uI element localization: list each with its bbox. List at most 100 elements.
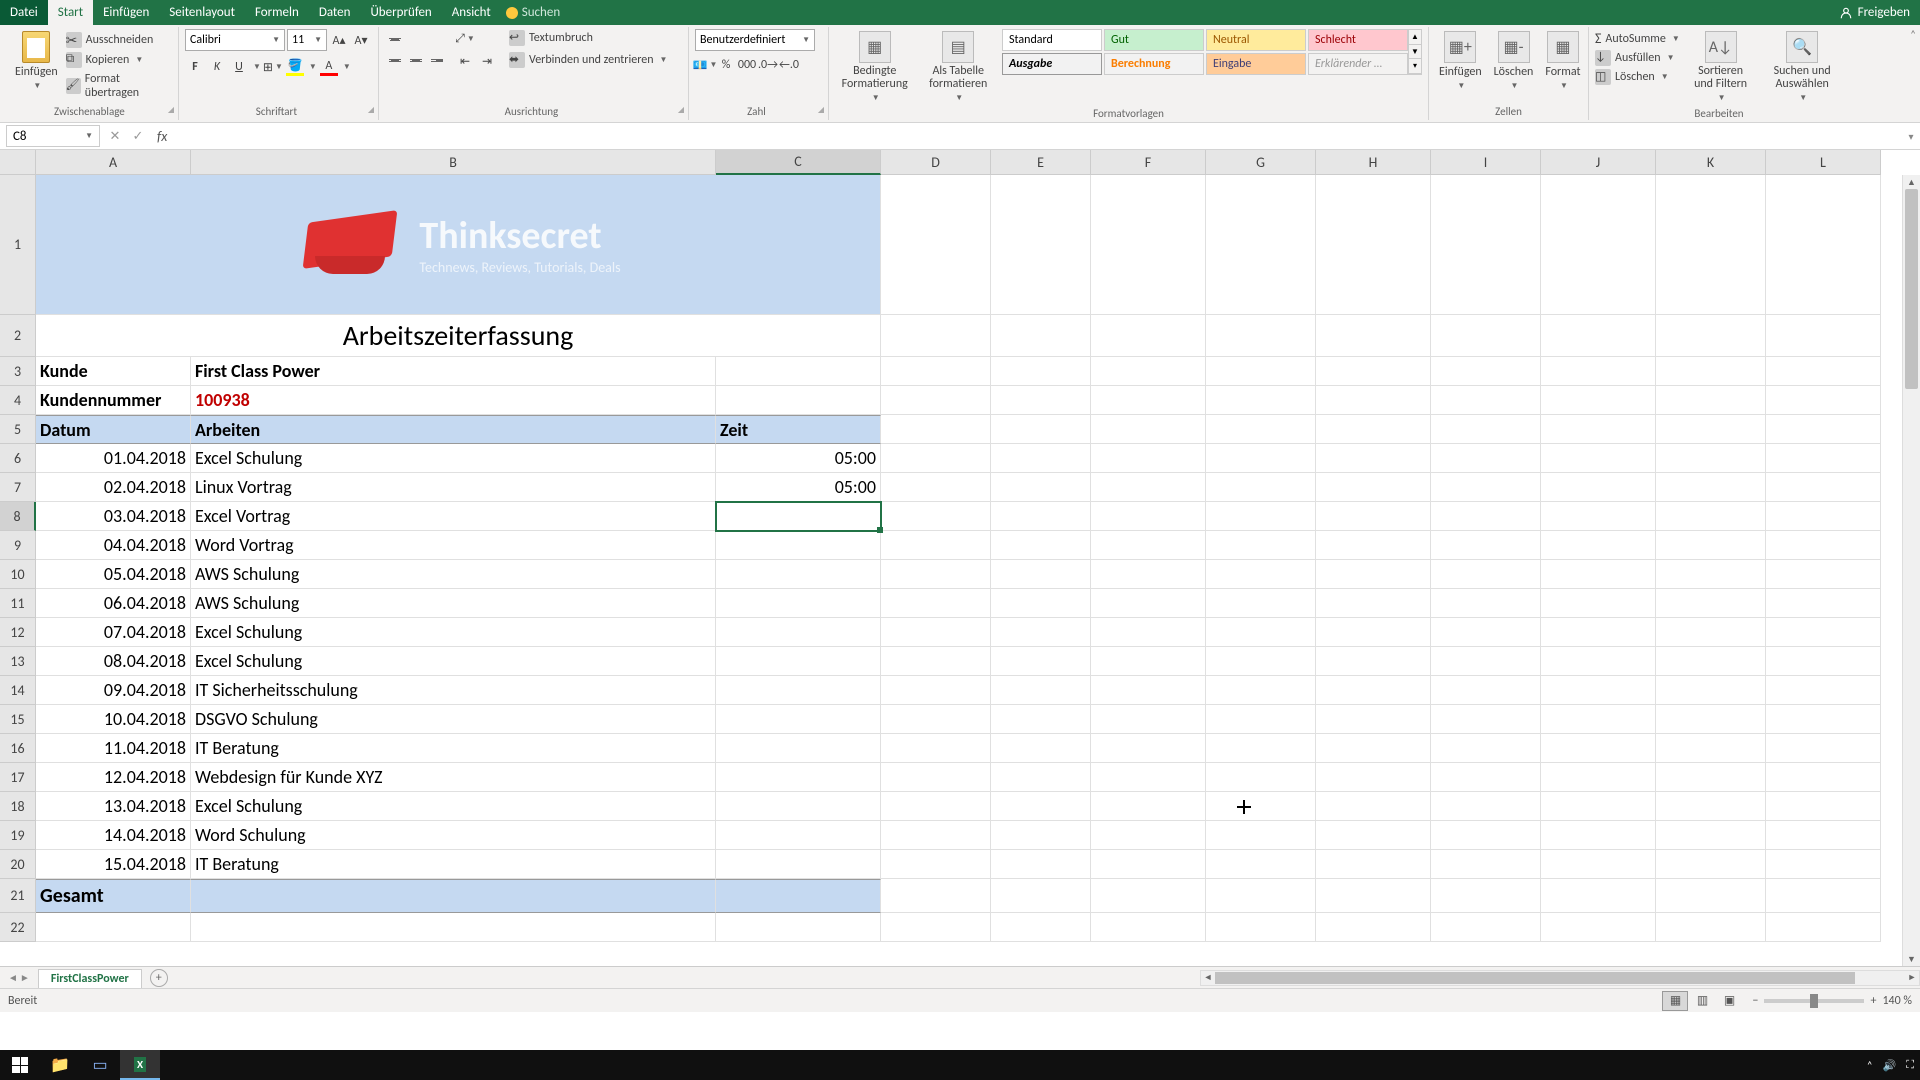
cell-B19[interactable]: Word Schulung bbox=[191, 821, 716, 850]
cell-E22[interactable] bbox=[991, 913, 1091, 942]
cell-L16[interactable] bbox=[1766, 734, 1881, 763]
cell-F22[interactable] bbox=[1091, 913, 1206, 942]
cell-style-neutral[interactable]: Neutral bbox=[1206, 29, 1306, 51]
column-header-G[interactable]: G bbox=[1206, 150, 1316, 175]
cell-H7[interactable] bbox=[1316, 473, 1431, 502]
find-select-button[interactable]: 🔍Suchen und Auswählen▼ bbox=[1761, 29, 1843, 105]
cell-J16[interactable] bbox=[1541, 734, 1656, 763]
cell-H10[interactable] bbox=[1316, 560, 1431, 589]
cell-I13[interactable] bbox=[1431, 647, 1541, 676]
cell-K11[interactable] bbox=[1656, 589, 1766, 618]
taskbar-explorer[interactable]: 📁 bbox=[40, 1050, 80, 1080]
cell-E10[interactable] bbox=[991, 560, 1091, 589]
cell-C16[interactable] bbox=[716, 734, 881, 763]
cell-L9[interactable] bbox=[1766, 531, 1881, 560]
fx-icon[interactable]: fx bbox=[157, 128, 167, 145]
cell-K15[interactable] bbox=[1656, 705, 1766, 734]
cell-G18[interactable] bbox=[1206, 792, 1316, 821]
cell-E5[interactable] bbox=[991, 415, 1091, 444]
cell-J12[interactable] bbox=[1541, 618, 1656, 647]
cell-G20[interactable] bbox=[1206, 850, 1316, 879]
cell-B16[interactable]: IT Beratung bbox=[191, 734, 716, 763]
decrease-indent-icon[interactable]: ⇤ bbox=[455, 51, 475, 71]
cell-A3[interactable]: Kunde bbox=[36, 357, 191, 386]
row-header-22[interactable]: 22 bbox=[0, 913, 36, 942]
align-bottom-icon[interactable] bbox=[427, 29, 447, 49]
cell-I18[interactable] bbox=[1431, 792, 1541, 821]
cell-A20[interactable]: 15.04.2018 bbox=[36, 850, 191, 879]
cell-F17[interactable] bbox=[1091, 763, 1206, 792]
cell-style-erklar[interactable]: Erklärender … bbox=[1308, 53, 1408, 75]
column-header-F[interactable]: F bbox=[1091, 150, 1206, 175]
cell-C14[interactable] bbox=[716, 676, 881, 705]
cell-D9[interactable] bbox=[881, 531, 991, 560]
cell-D16[interactable] bbox=[881, 734, 991, 763]
cell-J22[interactable] bbox=[1541, 913, 1656, 942]
cell-K14[interactable] bbox=[1656, 676, 1766, 705]
cell-H4[interactable] bbox=[1316, 386, 1431, 415]
cell-A13[interactable]: 08.04.2018 bbox=[36, 647, 191, 676]
cell-E2[interactable] bbox=[991, 315, 1091, 357]
cell-A5[interactable]: Datum bbox=[36, 415, 191, 444]
cell-E7[interactable] bbox=[991, 473, 1091, 502]
cell-I14[interactable] bbox=[1431, 676, 1541, 705]
cell-D15[interactable] bbox=[881, 705, 991, 734]
cell-D12[interactable] bbox=[881, 618, 991, 647]
worksheet-grid[interactable]: ABCDEFGHIJKL 123456789101112131415161718… bbox=[0, 150, 1920, 966]
expand-formula-bar-icon[interactable]: ▾ bbox=[1902, 130, 1920, 143]
cell-A9[interactable]: 04.04.2018 bbox=[36, 531, 191, 560]
cell-J6[interactable] bbox=[1541, 444, 1656, 473]
row-header-15[interactable]: 15 bbox=[0, 705, 36, 734]
cell-J11[interactable] bbox=[1541, 589, 1656, 618]
cell-C21[interactable] bbox=[716, 879, 881, 913]
cell-K8[interactable] bbox=[1656, 502, 1766, 531]
cell-D6[interactable] bbox=[881, 444, 991, 473]
cell-F2[interactable] bbox=[1091, 315, 1206, 357]
cell-H18[interactable] bbox=[1316, 792, 1431, 821]
cell-G5[interactable] bbox=[1206, 415, 1316, 444]
cell-E4[interactable] bbox=[991, 386, 1091, 415]
cell-A7[interactable]: 02.04.2018 bbox=[36, 473, 191, 502]
horizontal-scrollbar[interactable]: ◄ ► bbox=[1200, 970, 1920, 986]
cell-A16[interactable]: 11.04.2018 bbox=[36, 734, 191, 763]
cell-L18[interactable] bbox=[1766, 792, 1881, 821]
cell-H12[interactable] bbox=[1316, 618, 1431, 647]
cell-G13[interactable] bbox=[1206, 647, 1316, 676]
zoom-level[interactable]: 140 % bbox=[1882, 994, 1912, 1008]
cell-logo-merged[interactable]: ThinksecretTechnews, Reviews, Tutorials,… bbox=[36, 175, 881, 315]
scroll-thumb[interactable] bbox=[1905, 189, 1918, 389]
cell-H8[interactable] bbox=[1316, 502, 1431, 531]
cell-A17[interactable]: 12.04.2018 bbox=[36, 763, 191, 792]
cell-J21[interactable] bbox=[1541, 879, 1656, 913]
cell-L22[interactable] bbox=[1766, 913, 1881, 942]
cell-K1[interactable] bbox=[1656, 175, 1766, 315]
cell-G10[interactable] bbox=[1206, 560, 1316, 589]
cell-style-eingabe[interactable]: Eingabe bbox=[1206, 53, 1306, 75]
cell-K19[interactable] bbox=[1656, 821, 1766, 850]
row-header-12[interactable]: 12 bbox=[0, 618, 36, 647]
cell-K13[interactable] bbox=[1656, 647, 1766, 676]
cell-F11[interactable] bbox=[1091, 589, 1206, 618]
vertical-scrollbar[interactable]: ▲ ▼ bbox=[1902, 175, 1920, 966]
cell-A19[interactable]: 14.04.2018 bbox=[36, 821, 191, 850]
merge-center-button[interactable]: ⬌Verbinden und zentrieren▼ bbox=[509, 51, 667, 69]
orientation-button[interactable]: ⤢▼ bbox=[455, 29, 475, 49]
cell-L17[interactable] bbox=[1766, 763, 1881, 792]
row-header-13[interactable]: 13 bbox=[0, 647, 36, 676]
format-painter-button[interactable]: Format übertragen bbox=[66, 71, 172, 101]
cell-B5[interactable]: Arbeiten bbox=[191, 415, 716, 444]
column-header-I[interactable]: I bbox=[1431, 150, 1541, 175]
tab-ansicht[interactable]: Ansicht bbox=[442, 0, 501, 25]
enter-formula-icon[interactable]: ✓ bbox=[127, 125, 149, 147]
hscroll-thumb[interactable] bbox=[1215, 972, 1855, 984]
row-header-8[interactable]: 8 bbox=[0, 502, 36, 531]
cell-style-ausgabe[interactable]: Ausgabe bbox=[1002, 53, 1102, 75]
cell-F16[interactable] bbox=[1091, 734, 1206, 763]
cell-E11[interactable] bbox=[991, 589, 1091, 618]
tab-seitenlayout[interactable]: Seitenlayout bbox=[159, 0, 245, 25]
cell-I7[interactable] bbox=[1431, 473, 1541, 502]
cell-I11[interactable] bbox=[1431, 589, 1541, 618]
cell-H5[interactable] bbox=[1316, 415, 1431, 444]
cell-D7[interactable] bbox=[881, 473, 991, 502]
cell-F4[interactable] bbox=[1091, 386, 1206, 415]
